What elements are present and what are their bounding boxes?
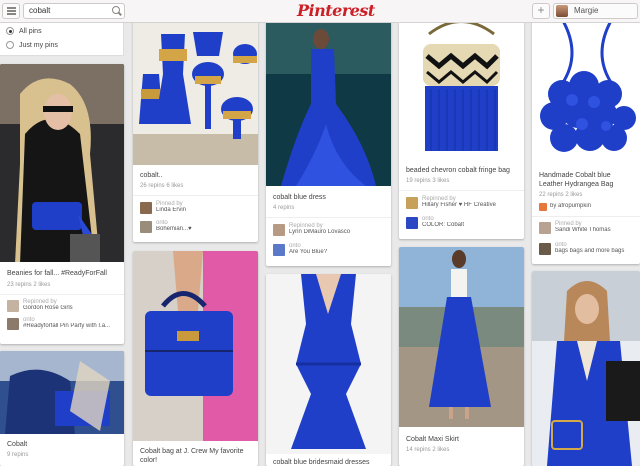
- avatar: [273, 224, 285, 236]
- pin-stats: 26 repins 6 likes: [140, 183, 184, 189]
- divider: [399, 190, 524, 191]
- avatar: [140, 202, 152, 214]
- pin-stats: 14 repins 2 likes: [406, 447, 450, 453]
- board-attribution[interactable]: onto Are You Blue?: [273, 243, 387, 256]
- pinterest-logo[interactable]: Pinterest: [297, 1, 375, 20]
- pin-card[interactable]: Cobalt bag at J. Crew My favorite color!: [133, 251, 258, 466]
- pin-title: Cobalt Maxi Skirt: [406, 436, 459, 443]
- pin-title: Cobalt: [7, 441, 28, 448]
- board-attribution[interactable]: onto bags bags and more bags: [539, 242, 636, 255]
- board-name[interactable]: Bohemian...♥: [156, 226, 254, 232]
- source-attribution[interactable]: by afropumpkin: [539, 203, 636, 212]
- board-attribution[interactable]: onto Bohemian...♥: [140, 220, 254, 233]
- pinner-attribution[interactable]: Pinned by Linda Ervin: [140, 201, 254, 214]
- divider: [0, 294, 124, 295]
- pin-filter-panel: All pins Just my pins: [0, 23, 124, 56]
- filter-all-pins[interactable]: All pins: [6, 27, 42, 35]
- board-attribution[interactable]: onto #Readyforfall Pin Party with I.a...: [7, 317, 120, 330]
- board-name[interactable]: COLOR: Cobalt: [422, 222, 520, 228]
- menu-button[interactable]: [2, 3, 20, 19]
- pinner-attribution[interactable]: Repinned by Lynn DiMauro Lovasco: [273, 223, 387, 236]
- user-menu-button[interactable]: Margie: [553, 3, 638, 19]
- pin-title: cobalt blue bridesmaid dresses: [273, 459, 370, 466]
- divider: [532, 216, 640, 217]
- pin-stats: 19 repins 3 likes: [406, 178, 450, 184]
- board-thumbnail: [7, 318, 19, 330]
- pin-card[interactable]: cobalt.. 26 repins 6 likes Pinned by Lin…: [133, 14, 258, 242]
- search-input[interactable]: cobalt: [23, 3, 125, 19]
- pin-title: Cobalt bag at J. Crew My favorite color!: [140, 448, 244, 464]
- radio-icon[interactable]: [6, 41, 14, 49]
- pin-card[interactable]: Handmade Cobalt blue Leather Hydrangea B…: [532, 14, 640, 264]
- pin-card[interactable]: Beanies for fall... #ReadyForFall 23 rep…: [0, 64, 124, 344]
- pin-image[interactable]: [0, 351, 124, 434]
- pin-title: beaded chevron cobalt fringe bag: [406, 167, 510, 174]
- board-attribution[interactable]: onto COLOR: Cobalt: [406, 216, 520, 229]
- board-name[interactable]: Are You Blue?: [289, 249, 387, 255]
- pin-image[interactable]: [399, 14, 524, 157]
- pin-card[interactable]: Cobalt 9 repins: [0, 351, 124, 466]
- pin-title: cobalt blue dress: [273, 194, 326, 201]
- filter-just-my-pins[interactable]: Just my pins: [6, 41, 58, 49]
- pinner-name[interactable]: Sandi White Thomas: [555, 227, 636, 233]
- pinner-name[interactable]: Linda Ervin: [156, 207, 254, 213]
- avatar: [7, 300, 19, 312]
- board-thumbnail: [539, 243, 551, 255]
- pin-stats: 4 repins: [273, 205, 295, 211]
- user-name: Margie: [574, 6, 599, 15]
- pin-card[interactable]: cobalt blue bridesmaid dresses: [266, 274, 391, 466]
- pin-title: Handmade Cobalt blue Leather Hydrangea B…: [539, 172, 614, 188]
- pinner-attribution[interactable]: Repinned by Hillary Fisher ♥ HF Creative: [406, 196, 520, 209]
- pin-image[interactable]: [266, 14, 391, 186]
- pinner-name[interactable]: Gordon Rose Girls: [23, 305, 120, 311]
- pin-image[interactable]: [266, 274, 391, 454]
- avatar: [556, 5, 568, 17]
- pinner-attribution[interactable]: Repinned by Gordon Rose Girls: [7, 299, 120, 312]
- pin-title: cobalt..: [140, 172, 163, 179]
- pin-image[interactable]: [399, 247, 524, 427]
- board-thumbnail: [140, 221, 152, 233]
- pin-card[interactable]: Cobalt Maxi Skirt 14 repins 2 likes: [399, 247, 524, 466]
- pin-card[interactable]: beaded chevron cobalt fringe bag 19 repi…: [399, 14, 524, 239]
- board-name[interactable]: bags bags and more bags: [555, 248, 636, 254]
- pin-image[interactable]: [133, 14, 258, 165]
- pinner-name[interactable]: Hillary Fisher ♥ HF Creative: [422, 202, 520, 208]
- pin-image[interactable]: [532, 14, 640, 165]
- add-pin-button[interactable]: +: [532, 3, 550, 19]
- pin-image[interactable]: [532, 271, 640, 466]
- pin-stats: 23 repins 2 likes: [7, 282, 51, 288]
- board-name[interactable]: #Readyforfall Pin Party with I.a...: [23, 323, 120, 329]
- avatar: [406, 197, 418, 209]
- divider: [133, 195, 258, 196]
- source-name[interactable]: by afropumpkin: [550, 203, 636, 209]
- pin-image[interactable]: [133, 251, 258, 441]
- board-thumbnail: [406, 217, 418, 229]
- divider: [266, 217, 391, 218]
- filter-option-label: Just my pins: [19, 41, 58, 49]
- board-thumbnail: [273, 244, 285, 256]
- radio-selected-icon[interactable]: [6, 27, 14, 35]
- pin-title: Beanies for fall... #ReadyForFall: [7, 270, 107, 277]
- avatar: [539, 222, 551, 234]
- pin-stats: 22 repins 2 likes: [539, 192, 583, 198]
- filter-option-label: All pins: [19, 27, 42, 35]
- pinner-name[interactable]: Lynn DiMauro Lovasco: [289, 229, 387, 235]
- pinner-attribution[interactable]: Pinned by Sandi White Thomas: [539, 221, 636, 234]
- pin-image[interactable]: [0, 64, 124, 262]
- top-bar: cobalt Pinterest + Margie: [0, 0, 640, 23]
- pin-card[interactable]: cobalt blue dress 4 repins Repinned by L…: [266, 14, 391, 266]
- search-icon[interactable]: [112, 6, 120, 14]
- etsy-icon: [539, 203, 547, 211]
- pin-card[interactable]: [532, 271, 640, 466]
- pin-stats: 9 repins: [7, 452, 29, 458]
